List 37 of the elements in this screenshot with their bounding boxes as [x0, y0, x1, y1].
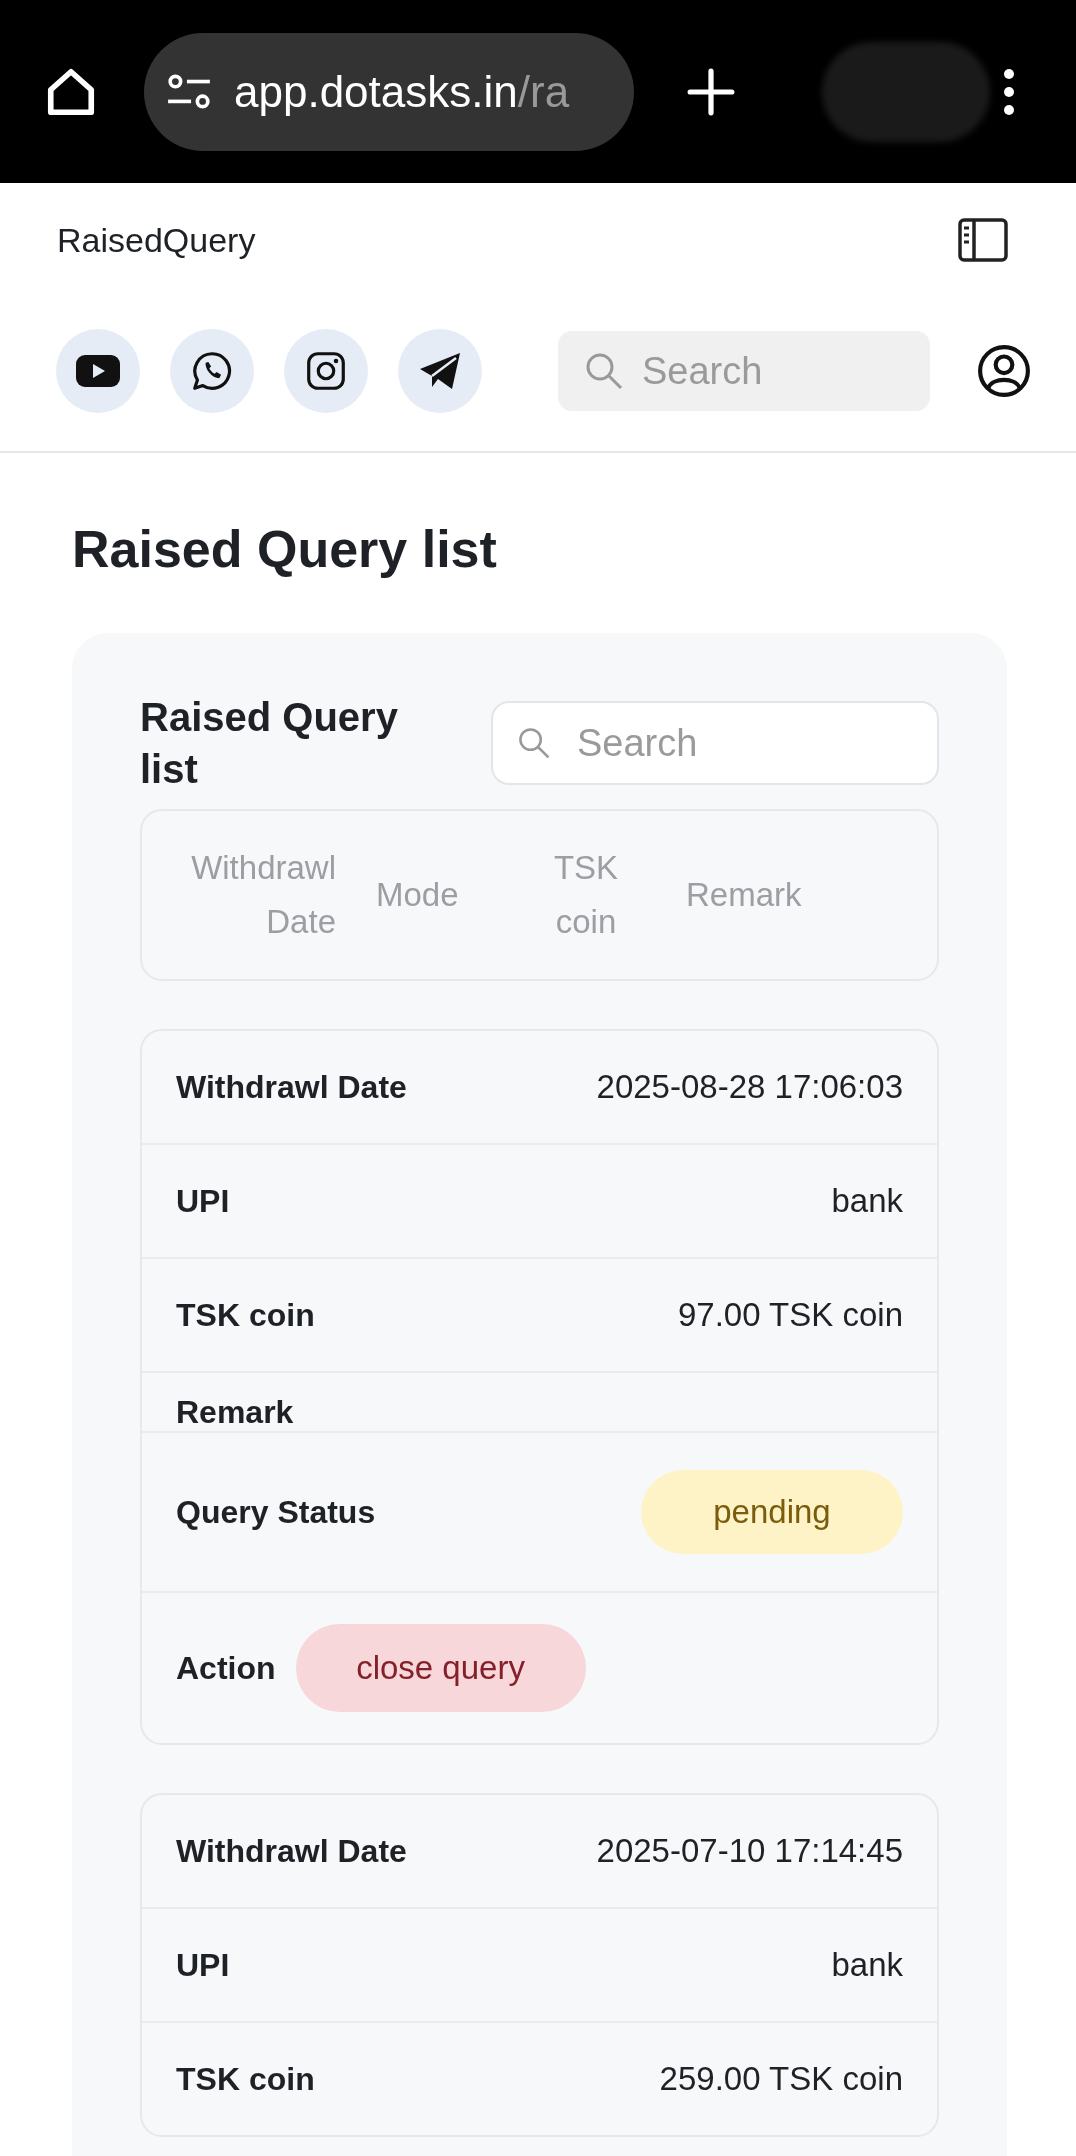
column-header[interactable]: Remark — [686, 868, 802, 922]
site-settings-icon[interactable] — [166, 72, 212, 111]
field-label: UPI — [176, 1182, 230, 1220]
field-label: Query Status — [176, 1493, 376, 1531]
field-value: 2025-08-28 17:06:03 — [596, 1068, 903, 1106]
column-header[interactable]: Mode — [376, 868, 486, 922]
field-label: TSK coin — [176, 2060, 315, 2098]
new-tab-icon[interactable] — [686, 66, 736, 117]
field-value: 2025-07-10 17:14:45 — [596, 1832, 903, 1870]
panel-title: Raised Query list — [140, 694, 399, 793]
field-value: 97.00 TSK coin — [677, 1296, 903, 1334]
field-value: 259.00 TSK coin — [659, 2060, 903, 2098]
menu-icon[interactable] — [1002, 67, 1016, 116]
column-header[interactable]: TSK coin — [546, 841, 626, 949]
user-avatar-icon[interactable] — [977, 344, 1031, 398]
page-title: Raised Query list — [72, 519, 498, 580]
field-label: Action — [176, 1649, 276, 1687]
app-title: RaisedQuery — [57, 220, 256, 260]
field-label: Withdrawl Date — [176, 1068, 407, 1106]
status-badge: pending — [641, 1470, 903, 1554]
camera-icon — [304, 351, 348, 391]
paper-plane-icon — [418, 351, 462, 391]
search-icon — [584, 351, 624, 391]
field-label: UPI — [176, 1946, 230, 1984]
chat-phone-icon — [190, 351, 234, 391]
search-field[interactable]: Search — [558, 331, 930, 411]
field-label: TSK coin — [176, 1296, 315, 1334]
sidebar-toggle-icon[interactable] — [958, 218, 1008, 262]
close-query-button[interactable]: close query — [295, 1624, 586, 1712]
field-value: bank — [831, 1182, 903, 1220]
field-value: bank — [831, 1946, 903, 1984]
field-label: Remark — [176, 1394, 294, 1431]
search-icon — [517, 726, 551, 760]
address-bar[interactable]: app.dotasks.in/ra — [144, 32, 634, 151]
field-label: Withdrawl Date — [176, 1832, 407, 1870]
search-field[interactable]: Search — [491, 701, 939, 785]
column-header[interactable]: Withdrawl Date — [176, 841, 336, 949]
